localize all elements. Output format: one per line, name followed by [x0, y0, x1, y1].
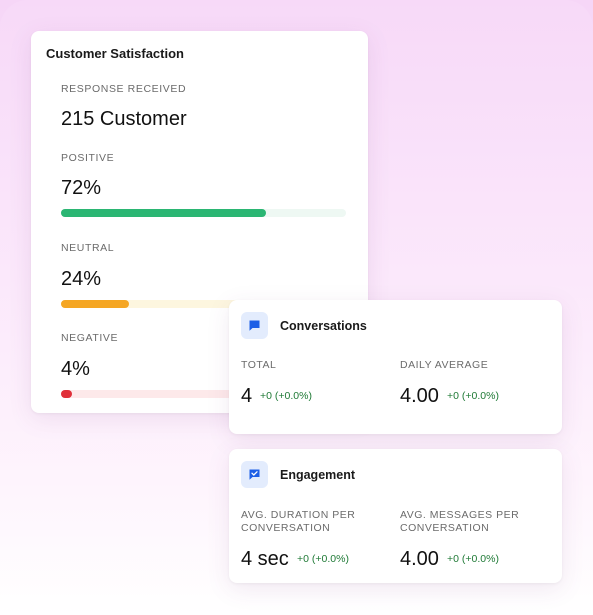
daily-average-value: 4.00: [400, 385, 439, 407]
positive-progress-track: [61, 209, 346, 217]
card-title: Engagement: [280, 468, 356, 482]
chat-bubble-icon: [241, 312, 268, 339]
positive-label: POSITIVE: [61, 152, 115, 164]
total-delta: +0 (+0.0%): [260, 390, 312, 402]
daily-average-label: DAILY AVERAGE: [400, 359, 489, 371]
negative-progress-fill: [61, 390, 73, 398]
avg-messages-value: 4.00: [400, 548, 439, 570]
response-received-label: RESPONSE RECEIVED: [61, 83, 187, 95]
negative-value: 4%: [61, 358, 90, 380]
engagement-card: Engagement AVG. DURATION PER CONVERSATIO…: [229, 449, 562, 583]
avg-messages-label: AVG. MESSAGES PER CONVERSATION: [400, 509, 520, 534]
chat-check-icon: [241, 461, 268, 488]
daily-average-delta: +0 (+0.0%): [447, 390, 499, 402]
neutral-value: 24%: [61, 268, 102, 290]
avg-messages-delta: +0 (+0.0%): [447, 553, 499, 565]
avg-duration-delta: +0 (+0.0%): [297, 553, 349, 565]
card-title: Customer Satisfaction: [46, 46, 184, 61]
total-label: TOTAL: [241, 359, 277, 371]
response-received-value: 215 Customer: [61, 108, 187, 130]
avg-duration-value: 4 sec: [241, 548, 289, 570]
conversations-card: Conversations TOTAL 4 +0 (+0.0%) DAILY A…: [229, 300, 562, 434]
neutral-label: NEUTRAL: [61, 242, 115, 254]
negative-label: NEGATIVE: [61, 332, 119, 344]
avg-duration-label: AVG. DURATION PER CONVERSATION: [241, 509, 356, 534]
total-value: 4: [241, 385, 253, 407]
neutral-progress-fill: [61, 300, 130, 308]
card-title: Conversations: [280, 319, 367, 333]
positive-value: 72%: [61, 177, 102, 199]
positive-progress-fill: [61, 209, 267, 217]
